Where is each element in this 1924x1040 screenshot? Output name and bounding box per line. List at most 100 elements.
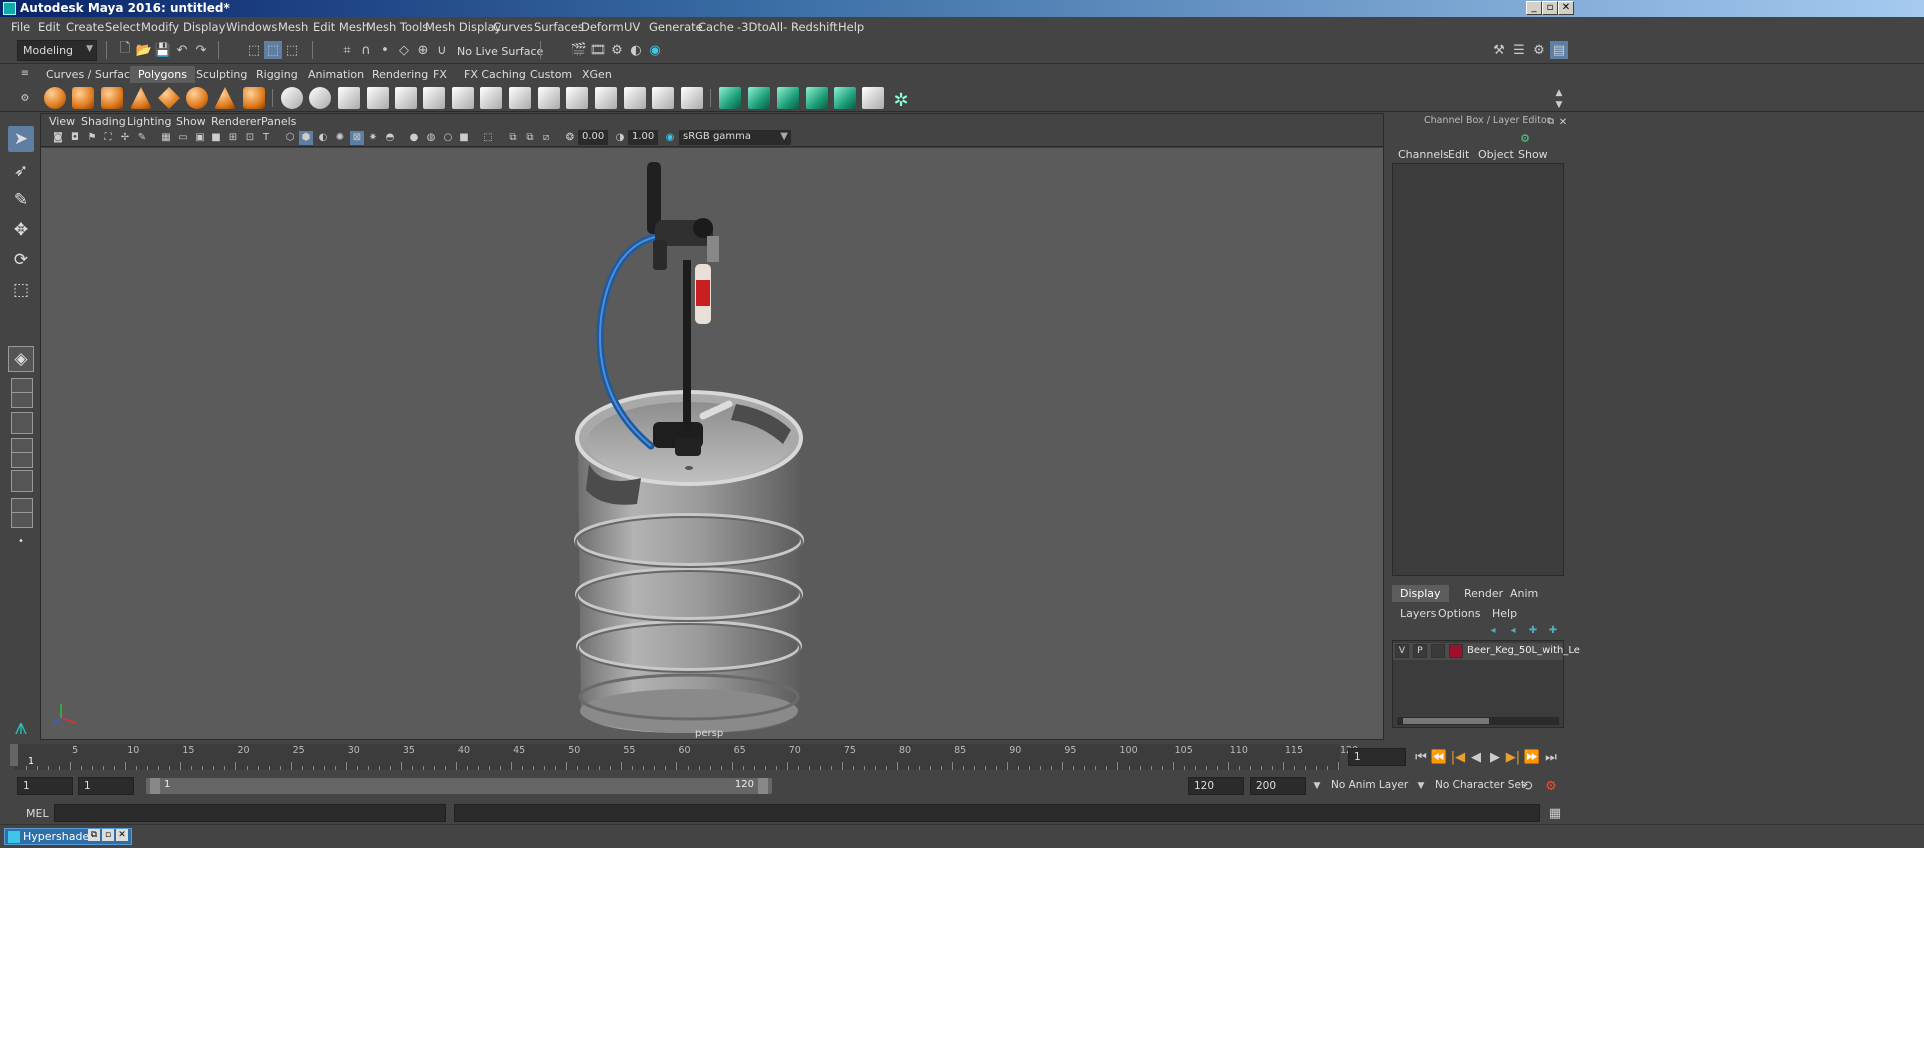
poly-pyramid-icon[interactable] [214,87,236,109]
menu-edit[interactable]: Edit [38,20,60,34]
gamma-field[interactable]: 1.00 [628,130,658,145]
menu-mesh-display[interactable]: Mesh Display [425,20,501,34]
layer-display-type-toggle[interactable] [1431,644,1445,658]
animation-start-field[interactable]: 1 [17,777,73,795]
gate-mask-icon[interactable]: ■ [209,131,223,145]
channel-box-menu-edit[interactable]: Edit [1448,148,1469,161]
append-polygon-icon[interactable] [509,87,531,109]
snap-point-icon[interactable]: • [376,41,394,59]
snap-magnet-icon[interactable]: ∪ [433,41,451,59]
layer-menu-options[interactable]: Options [1438,607,1480,620]
channel-box-menu-object[interactable]: Object [1478,148,1514,161]
snap-view-plane-icon[interactable]: ◇ [395,41,413,59]
redo-icon[interactable]: ↷ [192,41,210,59]
ipr-render-icon[interactable]: 🎞 [589,41,607,59]
menu-mesh[interactable]: Mesh [278,20,308,34]
menu-surfaces[interactable]: Surfaces [534,20,584,34]
default-material-icon[interactable]: ◐ [316,131,330,145]
screen-space-ao-icon[interactable]: ● [407,131,421,145]
menu-generate[interactable]: Generate [649,20,703,34]
uv-checker-icon[interactable] [862,87,884,109]
tab-rigging[interactable]: Rigging [248,66,306,83]
3d-scene-view[interactable]: persp [41,148,1383,739]
panel-menu-panels[interactable]: Panels [261,115,296,128]
menu-curves[interactable]: Curves [493,20,533,34]
animation-preferences-icon[interactable]: ⚙ [1542,777,1560,795]
chevron-down-icon[interactable]: ▼ [1308,777,1326,795]
lasso-tool-icon[interactable]: ➶ [8,158,34,184]
menu-cache[interactable]: Cache [698,20,734,34]
menu-uv[interactable]: UV [624,20,640,34]
bookmark-icon[interactable]: ⚑ [85,131,99,145]
camera-select-icon[interactable]: ◙ [51,131,65,145]
layout-icon[interactable] [11,392,33,408]
tab-anim[interactable]: Anim [1502,585,1546,602]
snap-grid-icon[interactable]: ⌗ [338,41,356,59]
render-view-icon[interactable]: ◉ [646,41,664,59]
outliner-layout-icon[interactable] [11,412,33,434]
select-by-component-icon[interactable]: ⬚ [283,41,301,59]
layer-name[interactable]: Beer_Keg_50L_with_Le [1467,645,1580,656]
safe-action-icon[interactable]: ⊡ [243,131,257,145]
menu-select[interactable]: Select [105,20,140,34]
poly-pipe-icon[interactable] [243,87,265,109]
panel-menu-show[interactable]: Show [176,115,206,128]
use-all-lights-icon[interactable]: ✷ [366,131,380,145]
go-to-start-icon[interactable]: ⏮ [1412,748,1430,766]
tab-xgen[interactable]: XGen [574,66,620,83]
chevron-down-icon[interactable]: ▼ [1412,777,1430,795]
poly-torus-icon[interactable] [186,87,208,109]
layer-menu-layers[interactable]: Layers [1400,607,1436,620]
select-tool-icon[interactable]: ➤ [8,126,34,152]
play-forwards-icon[interactable]: ▶ [1486,748,1504,766]
field-chart-icon[interactable]: ⊞ [226,131,240,145]
menu-help[interactable]: Help [838,20,864,34]
move-tool-icon[interactable]: ✥ [8,217,34,243]
menu-mesh-tools[interactable]: Mesh Tools [366,20,428,34]
film-gate-icon[interactable]: ▭ [176,131,190,145]
bevel-icon[interactable] [480,87,502,109]
range-start-handle[interactable] [150,778,160,794]
minimize-button[interactable]: _ [1526,1,1542,15]
new-scene-icon[interactable]: 🗋 [116,41,134,59]
isolate-select-icon[interactable]: ⬚ [481,131,495,145]
single-perspective-layout-icon[interactable]: ◈ [8,346,34,372]
anti-aliasing-icon[interactable]: ○ [441,131,455,145]
select-by-object-icon[interactable]: ⬚ [264,41,282,59]
range-end-handle[interactable] [758,778,768,794]
playback-start-field[interactable]: 1 [78,777,134,795]
tab-sculpting[interactable]: Sculpting [188,66,255,83]
layer-playback-toggle[interactable]: P [1413,644,1427,658]
wireframe-icon[interactable]: ⬡ [283,131,297,145]
scrollbar-thumb[interactable] [1403,718,1489,724]
select-by-hierarchy-icon[interactable]: ⬚ [245,41,263,59]
separate-icon[interactable] [309,87,331,109]
xray-icon[interactable]: ⧉ [506,131,520,145]
color-management-icon[interactable]: ◉ [663,131,677,145]
tab-polygons[interactable]: Polygons [130,66,195,83]
scale-tool-icon[interactable]: ⬚ [8,277,34,303]
playback-end-field[interactable]: 120 [1188,777,1244,795]
move-layer-up-icon[interactable]: ◂ [1484,621,1502,639]
step-forward-key-icon[interactable]: ⏩ [1523,748,1541,766]
step-forward-frame-icon[interactable]: ▶| [1504,748,1522,766]
menu-windows[interactable]: Windows [226,20,277,34]
menu-display[interactable]: Display [183,20,225,34]
hypershade-layout-icon[interactable] [11,452,33,468]
menu-3dtoall[interactable]: -3DtoAll- [737,20,787,34]
rotate-tool-icon[interactable]: ⟳ [8,247,34,273]
2d-pan-zoom-icon[interactable]: ✢ [118,131,132,145]
paint-select-tool-icon[interactable]: ✎ [8,187,34,213]
extrude-icon[interactable] [423,87,445,109]
textured-icon[interactable]: ⊠ [350,131,364,145]
script-editor-icon[interactable]: ▦ [1546,804,1564,822]
camera-attributes-icon[interactable]: ◘ [68,131,82,145]
menu-modify[interactable]: Modify [141,20,179,34]
gamma-icon[interactable]: ◑ [613,131,627,145]
wireframe-on-shaded-icon[interactable]: ✺ [333,131,347,145]
panel-menu-shading[interactable]: Shading [81,115,126,128]
snap-curve-icon[interactable]: ∩ [357,41,375,59]
bridge-icon[interactable] [452,87,474,109]
animation-end-field[interactable]: 200 [1250,777,1306,795]
channel-box-menu-show[interactable]: Show [1518,148,1548,161]
